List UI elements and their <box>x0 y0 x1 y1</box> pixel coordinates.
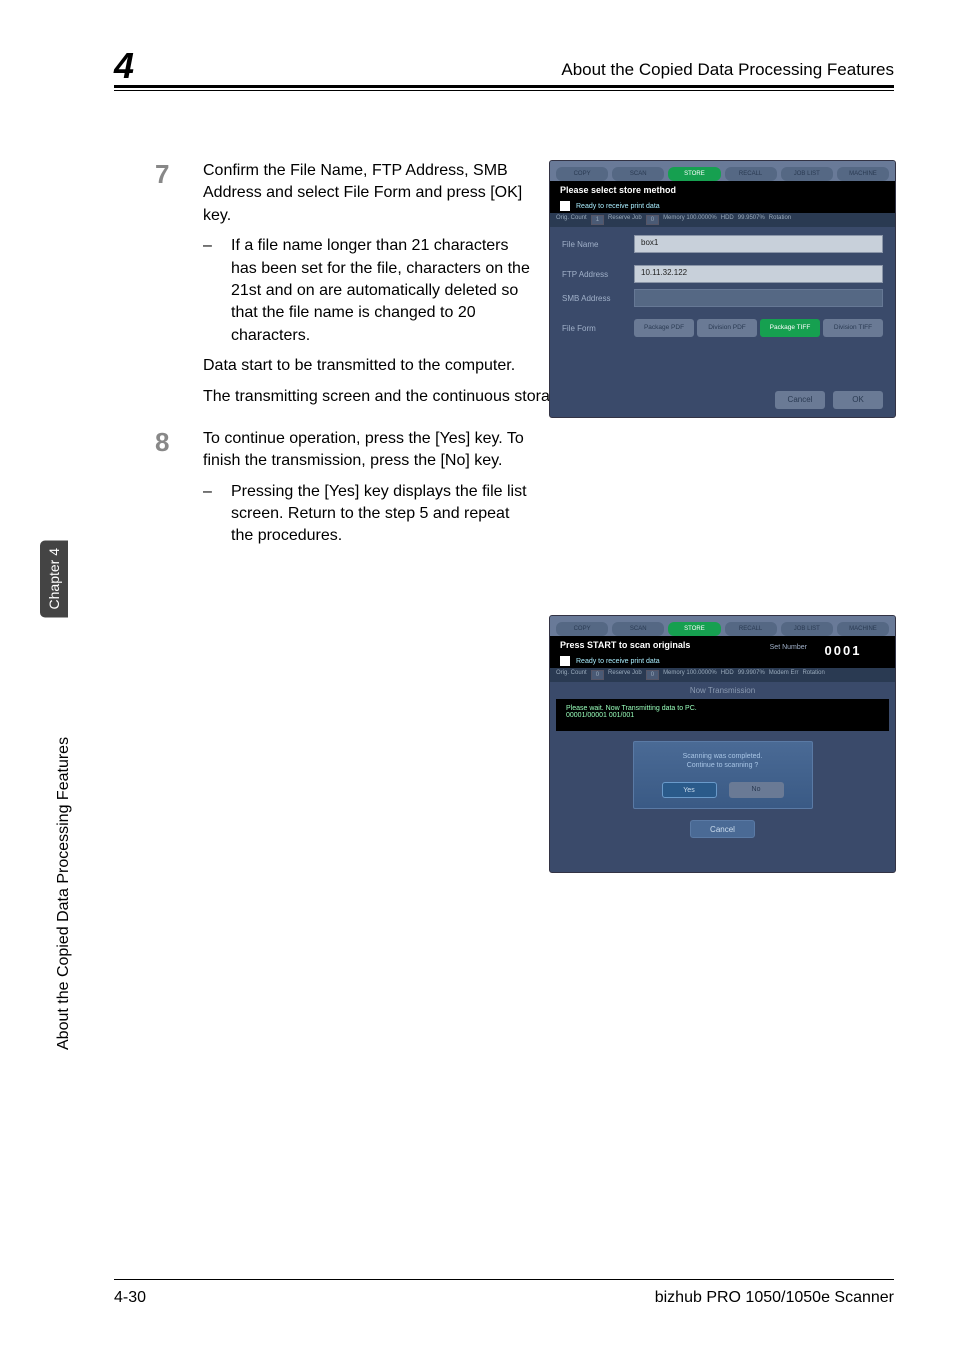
tab-copy[interactable]: COPY <box>556 622 608 636</box>
header-title: About the Copied Data Processing Feature… <box>561 60 894 80</box>
screenshot-store-method: COPY SCAN STORE RECALL JOB LIST MACHINE … <box>549 160 896 418</box>
file-form-division-tiff[interactable]: Division TIFF <box>823 319 883 337</box>
dialog-text-2: Continue to scanning ? <box>644 761 802 770</box>
status-reserve-value: 0 <box>646 670 659 680</box>
ss2-header-text: Press START to scan originals <box>560 640 690 650</box>
bullet-dash: – <box>203 235 231 347</box>
status-orig-count-value: 0 <box>591 670 604 680</box>
transmission-line-2: 00001/00001 001/001 <box>566 712 879 719</box>
printer-icon <box>560 656 570 666</box>
header-thin-rule <box>114 90 894 91</box>
tab-machine[interactable]: MACHINE <box>837 622 889 636</box>
ftp-address-label: FTP Address <box>562 270 634 279</box>
transmission-line-1: Please wait. Now Transmitting data to PC… <box>566 705 879 712</box>
dialog-text-1: Scanning was completed. <box>644 752 802 761</box>
tab-scan[interactable]: SCAN <box>612 167 664 181</box>
page-number: 4-30 <box>114 1289 146 1307</box>
status-hdd-value: 99.9507% <box>738 215 765 225</box>
chapter-tab: Chapter 4 <box>40 540 68 617</box>
status-memory: Memory 100.0000% <box>663 215 717 225</box>
printer-icon <box>560 201 570 211</box>
screenshot-transmission: COPY SCAN STORE RECALL JOB LIST MACHINE … <box>549 615 896 873</box>
smb-address-label: SMB Address <box>562 294 634 303</box>
status-reserve-value: 0 <box>646 215 659 225</box>
tab-machine[interactable]: MACHINE <box>837 167 889 181</box>
ss1-header: Please select store method <box>550 181 895 199</box>
file-form-package-pdf[interactable]: Package PDF <box>634 319 694 337</box>
file-name-label: File Name <box>562 240 634 249</box>
transmission-status-box: Please wait. Now Transmitting data to PC… <box>556 699 889 731</box>
header-rule <box>114 85 894 88</box>
cancel-button[interactable]: Cancel <box>775 391 825 409</box>
status-hdd-label: HDD <box>721 215 734 225</box>
step-7-main: Confirm the File Name, FTP Address, SMB … <box>203 160 533 227</box>
status-memory: Memory 100.0000% <box>663 670 717 680</box>
status-rotation: Rotation <box>802 670 824 680</box>
tab-joblist[interactable]: JOB LIST <box>781 622 833 636</box>
tab-scan[interactable]: SCAN <box>612 622 664 636</box>
step-7-continuation-1: Data start to be transmitted to the comp… <box>203 355 583 377</box>
tab-copy[interactable]: COPY <box>556 167 608 181</box>
ss2-subheader: Ready to receive print data <box>576 658 660 665</box>
tab-store[interactable]: STORE <box>668 622 720 636</box>
no-button[interactable]: No <box>729 782 784 798</box>
status-hdd-label: HDD <box>721 670 734 680</box>
ss1-subheader: Ready to receive print data <box>576 203 660 210</box>
ss2-tabs: COPY SCAN STORE RECALL JOB LIST MACHINE <box>550 616 895 636</box>
ss1-status-bar: Orig. Count 1 Reserve Job 0 Memory 100.0… <box>550 213 895 227</box>
product-name: bizhub PRO 1050/1050e Scanner <box>655 1289 894 1307</box>
step-8-bullet: Pressing the [Yes] key displays the file… <box>231 481 533 548</box>
ss1-tabs: COPY SCAN STORE RECALL JOB LIST MACHINE <box>550 161 895 181</box>
status-modem: Modem Err <box>769 670 799 680</box>
status-orig-count-label: Orig. Count <box>556 670 587 680</box>
status-hdd-value: 99.9907% <box>738 670 765 680</box>
status-reserve-label: Reserve Job <box>608 215 642 225</box>
status-reserve-label: Reserve Job <box>608 670 642 680</box>
step-7-bullet: If a file name longer than 21 characters… <box>231 235 533 347</box>
sidebar-vertical-title: About the Copied Data Processing Feature… <box>55 700 73 1050</box>
smb-address-input[interactable] <box>634 289 883 307</box>
status-orig-count-label: Orig. Count <box>556 215 587 225</box>
tab-recall[interactable]: RECALL <box>725 622 777 636</box>
chapter-number: 4 <box>114 45 134 87</box>
file-name-input[interactable]: box1 <box>634 235 883 253</box>
ok-button[interactable]: OK <box>833 391 883 409</box>
ss2-status-bar: Orig. Count 0 Reserve Job 0 Memory 100.0… <box>550 668 895 682</box>
page-footer: 4-30 bizhub PRO 1050/1050e Scanner <box>114 1289 894 1307</box>
tab-recall[interactable]: RECALL <box>725 167 777 181</box>
file-form-division-pdf[interactable]: Division PDF <box>697 319 757 337</box>
tab-joblist[interactable]: JOB LIST <box>781 167 833 181</box>
step-8: 8 To continue operation, press the [Yes]… <box>155 428 894 548</box>
file-form-label: File Form <box>562 324 634 333</box>
now-transmission-title: Now Transmission <box>550 682 895 699</box>
step-8-main: To continue operation, press the [Yes] k… <box>203 428 533 473</box>
ftp-address-input[interactable]: 10.11.32.122 <box>634 265 883 283</box>
yes-button[interactable]: Yes <box>662 782 717 798</box>
status-orig-count-value: 1 <box>591 215 604 225</box>
step-number: 7 <box>155 160 203 408</box>
continue-scanning-dialog: Scanning was completed. Continue to scan… <box>633 741 813 809</box>
cancel-button[interactable]: Cancel <box>690 820 755 838</box>
step-number: 8 <box>155 428 203 548</box>
status-rotation: Rotation <box>769 215 791 225</box>
set-number-label: Set Number <box>770 644 807 651</box>
footer-rule <box>114 1279 894 1280</box>
set-number-value: 0001 <box>813 642 873 660</box>
tab-store[interactable]: STORE <box>668 167 720 181</box>
bullet-dash: – <box>203 481 231 548</box>
file-form-package-tiff[interactable]: Package TIFF <box>760 319 820 337</box>
